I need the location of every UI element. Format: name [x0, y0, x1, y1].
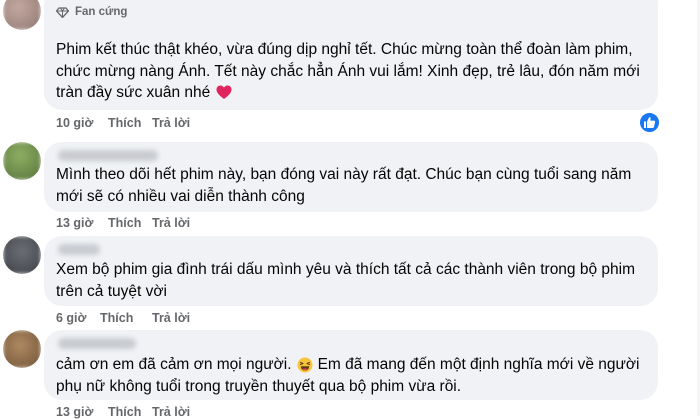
diamond-icon: [56, 6, 69, 18]
comment-actions-3: 6 giờ Thích Trả lời: [56, 311, 190, 325]
comment-text-2: Mình theo dõi hết phim này, bạn đóng vai…: [56, 164, 631, 207]
commenter-name-4[interactable]: [58, 338, 136, 349]
comment-4-line-1-tail: Em đã mang đến một định nghĩa mới về ngư…: [317, 356, 640, 373]
like-button-2[interactable]: Thích: [108, 216, 152, 230]
commenter-name-3[interactable]: [58, 244, 100, 255]
top-fan-label: Fan cứng: [75, 6, 128, 18]
comment-actions-1: 10 giờ Thích Trả lời: [56, 116, 190, 130]
comment-time-2[interactable]: 13 giờ: [56, 216, 108, 230]
comment-text-1: Phim kết thúc thật khéo, vừa đúng dịp ng…: [56, 39, 640, 104]
comment-3-line-2: trên cả tuyệt vời: [56, 282, 167, 300]
comment-4-line-1: cảm ơn em đã cảm ơn mọi người.: [56, 356, 292, 373]
commenter-name-2[interactable]: [58, 150, 158, 161]
commenter-avatar-2[interactable]: [3, 142, 41, 180]
comment-actions-4: 13 giờ Thích Trả lời: [56, 405, 190, 419]
like-button-1[interactable]: Thích: [108, 116, 152, 130]
comment-3-line-1: Xem bộ phim gia đình trái dấu mình yêu v…: [56, 261, 636, 278]
commenter-avatar-1[interactable]: [3, 0, 41, 30]
comment-2-line-2: mới sẽ có nhiều vai diễn thành công: [56, 187, 305, 205]
laughing-emoji: [297, 357, 313, 373]
commenter-avatar-4[interactable]: [3, 330, 41, 368]
comment-text-4: cảm ơn em đã cảm ơn mọi người. Em đã man…: [56, 354, 640, 397]
reply-button-1[interactable]: Trả lời: [152, 116, 190, 130]
comment-time-4[interactable]: 13 giờ: [56, 405, 108, 419]
reply-button-3[interactable]: Trả lời: [152, 311, 190, 325]
comment-1-line-2: chức mừng nàng Ánh. Tết này chắc hẳn Ánh…: [56, 62, 640, 80]
comment-4-line-2: phụ nữ không tuổi trong truyền thuyết qu…: [56, 377, 462, 395]
like-button-3[interactable]: Thích: [100, 311, 152, 325]
comment-time-1[interactable]: 10 giờ: [56, 116, 108, 130]
comment-actions-2: 13 giờ Thích Trả lời: [56, 216, 190, 230]
comment-text-3: Xem bộ phim gia đình trái dấu mình yêu v…: [56, 259, 635, 302]
comment-2-line-1: Mình theo dõi hết phim này, bạn đóng vai…: [56, 166, 632, 183]
commenter-avatar-3[interactable]: [3, 236, 41, 274]
reply-button-2[interactable]: Trả lời: [152, 216, 190, 230]
like-reaction-icon[interactable]: [638, 111, 661, 134]
comment-1-line-1: Phim kết thúc thật khéo, vừa đúng dịp ng…: [56, 41, 633, 58]
top-fan-badge: Fan cứng: [56, 6, 127, 18]
like-button-4[interactable]: Thích: [108, 405, 152, 419]
comment-1-line-3: tràn đầy sức xuân nhé: [56, 84, 211, 101]
reply-button-4[interactable]: Trả lời: [152, 405, 190, 419]
comment-time-3[interactable]: 6 giờ: [56, 311, 100, 325]
heart-emoji: [216, 85, 232, 100]
